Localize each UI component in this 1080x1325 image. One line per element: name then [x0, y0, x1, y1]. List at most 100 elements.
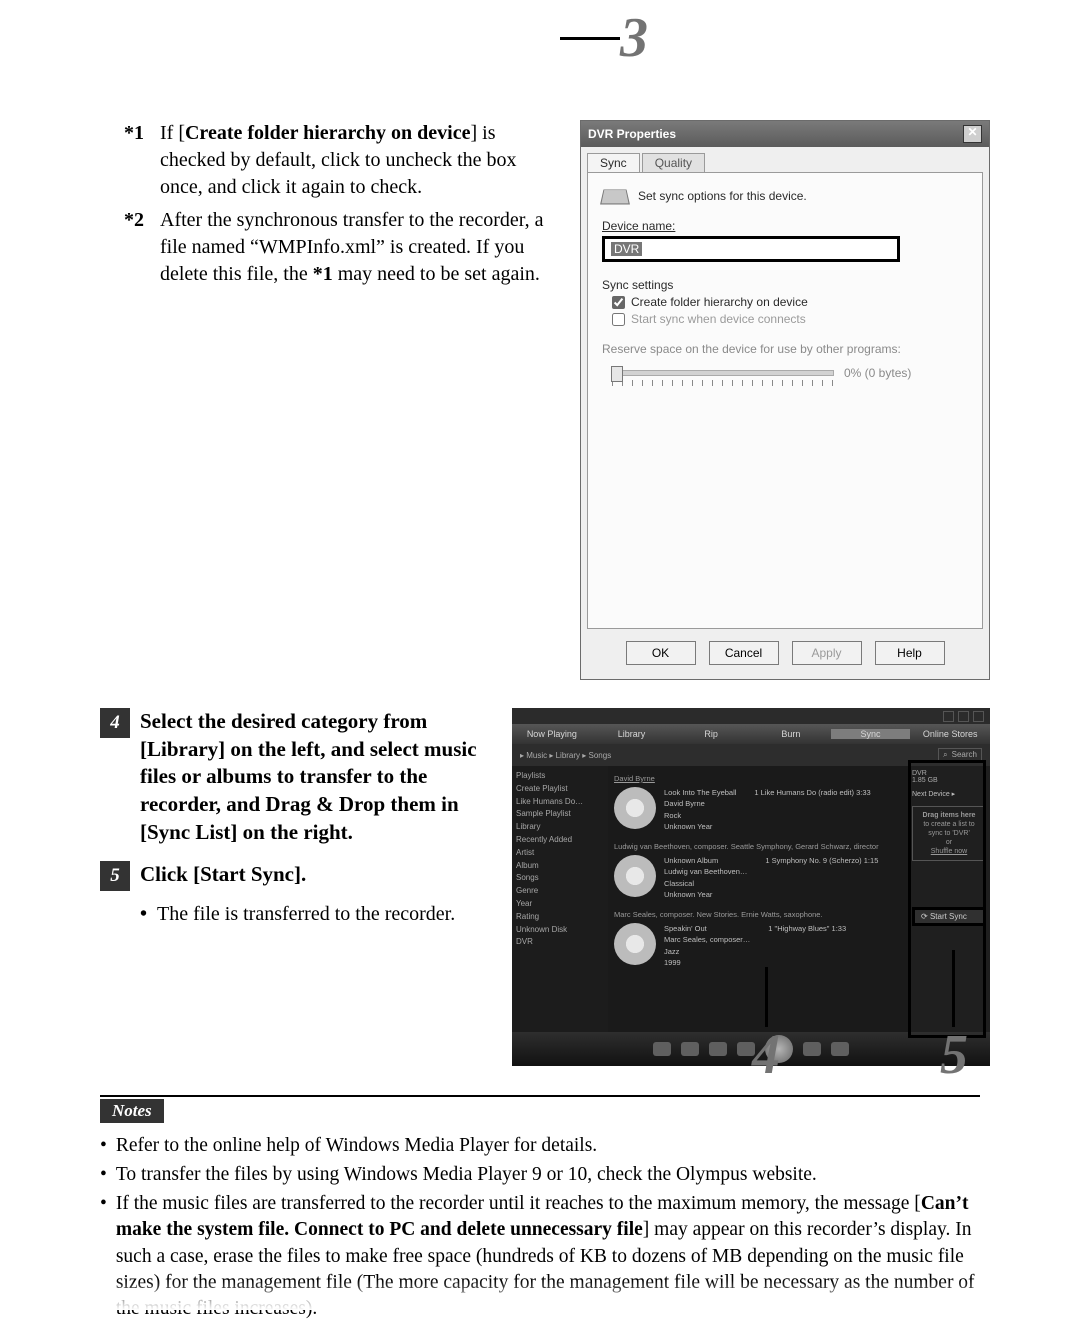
stop-icon[interactable] — [709, 1042, 727, 1056]
slider-track[interactable] — [612, 370, 834, 376]
sync-settings-label: Sync settings — [602, 278, 968, 292]
mute-icon[interactable] — [831, 1042, 849, 1056]
callout-4-line — [765, 967, 768, 1027]
footnote-2: *2 After the synchronous transfer to the… — [124, 207, 554, 288]
maximize-icon[interactable] — [958, 711, 969, 722]
sync-device-cap: 1.85 GB — [912, 777, 986, 784]
note-1: Refer to the online help of Windows Medi… — [100, 1133, 980, 1159]
step-4-number: 4 — [100, 708, 130, 738]
chk-start-sync-connect[interactable]: Start sync when device connects — [612, 312, 968, 326]
wmp-tab-rip[interactable]: Rip — [671, 729, 751, 739]
reserve-label: Reserve space on the device for use by o… — [602, 342, 968, 356]
cd-icon — [614, 855, 656, 897]
cd-icon — [614, 787, 656, 829]
side-library[interactable]: Library — [516, 821, 604, 834]
wmp-tab-sync[interactable]: Sync — [831, 729, 911, 739]
footnotes-column: *1 If [Create folder hierarchy on device… — [100, 120, 554, 680]
side-songs[interactable]: Songs — [516, 872, 604, 885]
footnote-2-marker: *2 — [124, 207, 160, 288]
dialog-body: Set sync options for this device. Device… — [587, 172, 983, 629]
dvr-properties-dialog: DVR Properties ✕ Sync Quality Set sync o… — [580, 120, 990, 680]
tab-quality[interactable]: Quality — [642, 153, 705, 172]
ok-button[interactable]: OK — [626, 641, 696, 665]
minimize-icon[interactable] — [943, 711, 954, 722]
reserve-value: 0% (0 bytes) — [844, 366, 911, 380]
callout-5-line — [952, 950, 955, 1027]
notes-rule — [100, 1095, 980, 1097]
wmp-crumb-path[interactable]: ▸ Music ▸ Library ▸ Songs — [520, 751, 611, 760]
side-unknown[interactable]: Unknown Disk — [516, 924, 604, 937]
wmp-main: Playlists Create Playlist Like Humans Do… — [512, 766, 990, 1032]
side-year[interactable]: Year — [516, 898, 604, 911]
wmp-tab-burn[interactable]: Burn — [751, 729, 831, 739]
step-5: 5 Click [Start Sync]. — [100, 861, 486, 891]
side-rating[interactable]: Rating — [516, 911, 604, 924]
slider-thumb[interactable] — [611, 366, 623, 382]
wmp-tabs: Now Playing Library Rip Burn Sync Online… — [512, 724, 990, 744]
row-footnotes-dialog: *1 If [Create folder hierarchy on device… — [100, 120, 990, 680]
step-5-text: Click [Start Sync]. — [140, 861, 486, 891]
dialog-titlebar: DVR Properties ✕ — [581, 121, 989, 147]
close-icon[interactable]: ✕ — [963, 125, 982, 143]
chk-start-sync-box[interactable] — [612, 313, 625, 326]
side-genre[interactable]: Genre — [516, 885, 604, 898]
next-icon[interactable] — [803, 1042, 821, 1056]
footnote-2-text: After the synchronous transfer to the re… — [160, 207, 554, 288]
page-fade — [0, 1280, 1080, 1310]
side-dvr[interactable]: DVR — [516, 936, 604, 949]
side-artist[interactable]: Artist — [516, 847, 604, 860]
apply-button[interactable]: Apply — [792, 641, 862, 665]
chk-create-hierarchy-box[interactable] — [612, 296, 625, 309]
cancel-button[interactable]: Cancel — [709, 641, 779, 665]
chk-create-hierarchy[interactable]: Create folder hierarchy on device — [612, 295, 968, 309]
dialog-buttons: OK Cancel Apply Help — [581, 629, 989, 679]
repeat-icon[interactable] — [681, 1042, 699, 1056]
notes-header: Notes — [100, 1099, 164, 1123]
callout-3-number: 3 — [620, 10, 648, 66]
reserve-slider[interactable]: 0% (0 bytes) — [612, 366, 968, 386]
close-icon[interactable] — [973, 711, 984, 722]
wmp-content[interactable]: David Byrne Look Into The Eyeball David … — [608, 766, 908, 1032]
sync-header: Set sync options for this device. — [602, 187, 968, 205]
album-2[interactable]: Unknown Album Ludwig van Beethoven… Clas… — [614, 855, 902, 900]
side-album[interactable]: Album — [516, 860, 604, 873]
sync-drop-area[interactable]: Drag items here to create a list to sync… — [912, 806, 986, 861]
device-name-input[interactable]: DVR — [602, 236, 900, 262]
side-create[interactable]: Create Playlist — [516, 783, 604, 796]
reserve-group: Reserve space on the device for use by o… — [602, 342, 968, 386]
callout-3: 3 — [560, 10, 648, 66]
dialog-tabs: Sync Quality — [581, 147, 989, 172]
callout-4-number: 4 — [752, 1027, 780, 1083]
wmp-search[interactable]: ⌕Search — [938, 748, 982, 762]
wmp-tab-library[interactable]: Library — [592, 729, 672, 739]
step-5-sub: The file is transferred to the recorder. — [100, 901, 486, 928]
manual-page: *1 If [Create folder hierarchy on device… — [0, 0, 1080, 1310]
sync-settings-group: Sync settings Create folder hierarchy on… — [602, 278, 968, 326]
device-icon — [600, 189, 630, 204]
slider-ticks — [612, 380, 834, 386]
sync-device-name: DVR — [912, 770, 986, 777]
side-pl2[interactable]: Sample Playlist — [516, 808, 604, 821]
album-3[interactable]: Speakin' Out Marc Seales, composer… Jazz… — [614, 923, 902, 968]
album-1[interactable]: Look Into The Eyeball David Byrne Rock U… — [614, 787, 902, 832]
footnote-1-marker: *1 — [124, 120, 160, 201]
help-button[interactable]: Help — [875, 641, 945, 665]
wmp-tab-online[interactable]: Online Stores — [910, 729, 990, 739]
tab-sync[interactable]: Sync — [587, 153, 640, 172]
side-pl1[interactable]: Like Humans Do… — [516, 796, 604, 809]
dialog-title-text: DVR Properties — [588, 127, 676, 141]
callout-5-number: 5 — [940, 1027, 968, 1083]
side-playlists[interactable]: Playlists — [516, 770, 604, 783]
wmp-playback-bar — [512, 1032, 990, 1066]
callout-3-line — [560, 37, 620, 40]
wmp-sidebar[interactable]: Playlists Create Playlist Like Humans Do… — [512, 766, 608, 1032]
row-steps-wmp: 4 Select the desired category from [Libr… — [100, 708, 990, 1062]
start-sync-button[interactable]: ⟳ Start Sync — [912, 907, 986, 926]
steps-column: 4 Select the desired category from [Libr… — [100, 708, 486, 1062]
shuffle-icon[interactable] — [653, 1042, 671, 1056]
sync-next-device[interactable]: Next Device ▸ — [912, 790, 986, 798]
side-recent[interactable]: Recently Added — [516, 834, 604, 847]
note-2: To transfer the files by using Windows M… — [100, 1162, 980, 1188]
wmp-tab-nowplaying[interactable]: Now Playing — [512, 729, 592, 739]
wmp-sync-panel[interactable]: DVR 1.85 GB Next Device ▸ Drag items her… — [908, 766, 990, 1032]
